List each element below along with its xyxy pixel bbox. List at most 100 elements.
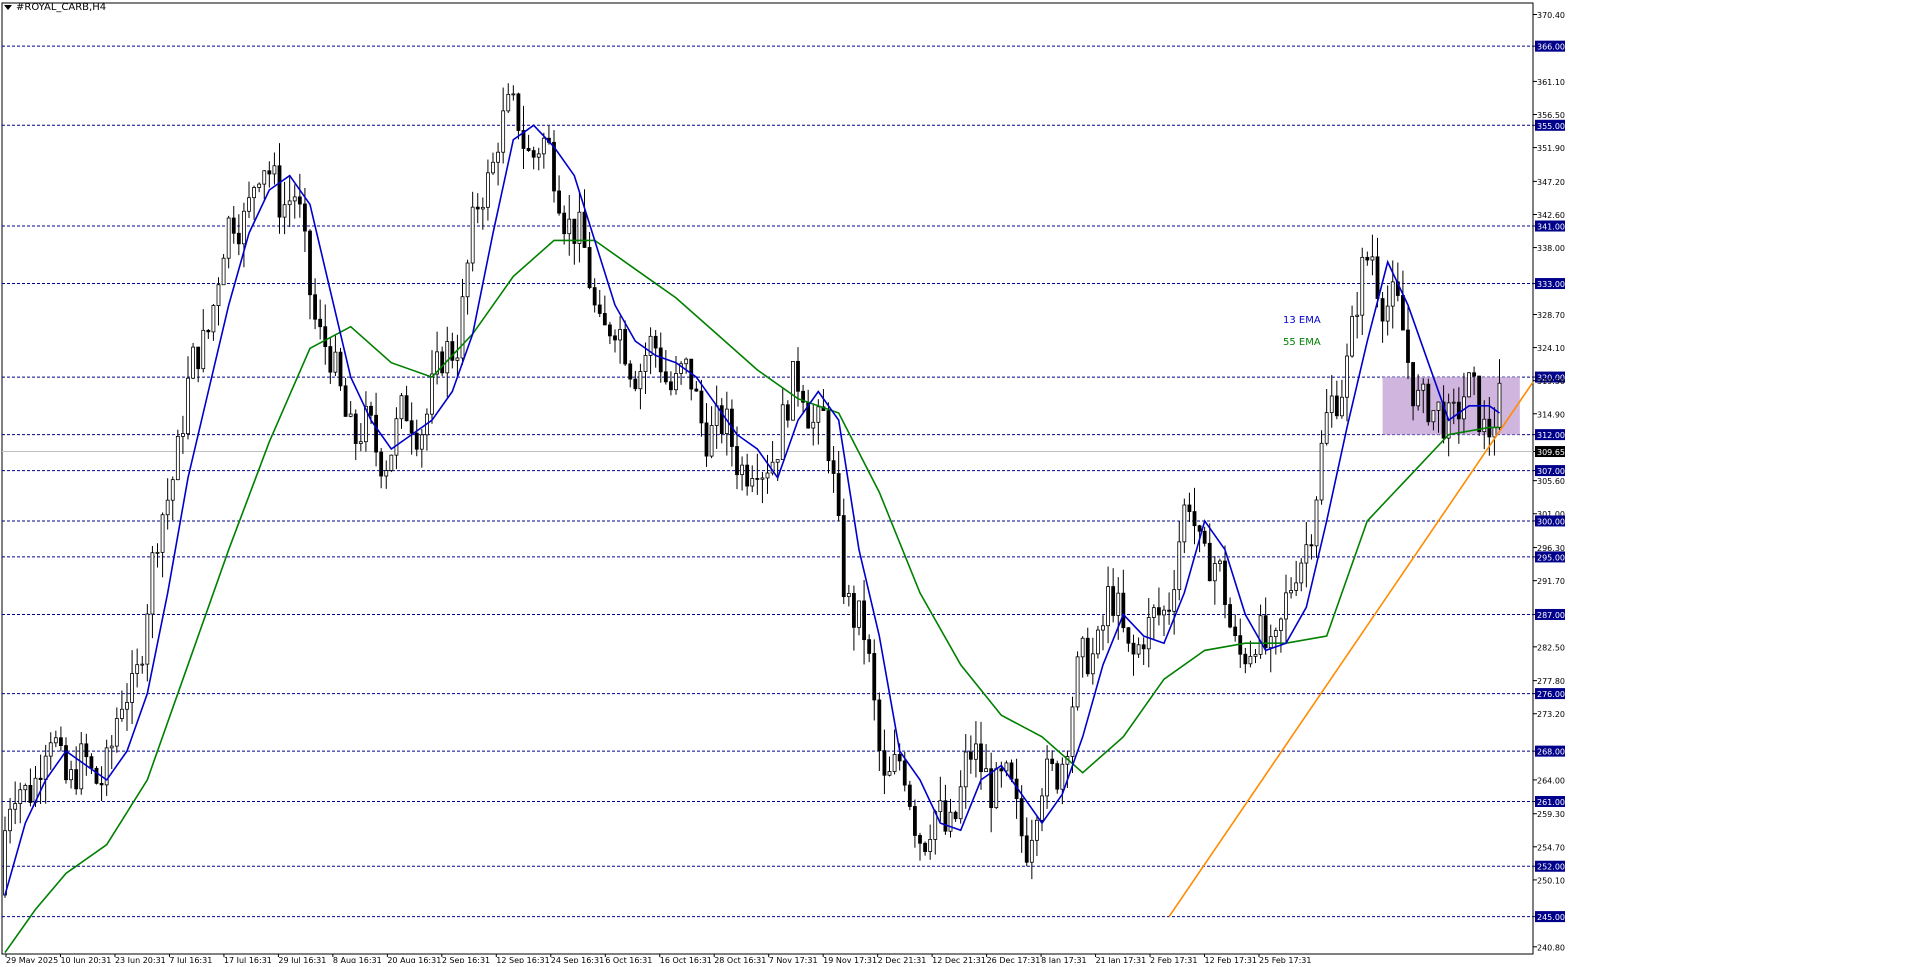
candle xyxy=(608,321,612,345)
y-tick-label: 254.70 xyxy=(1537,843,1565,852)
candle xyxy=(623,320,628,367)
candle xyxy=(440,346,445,377)
y-tick-label: 245.00 xyxy=(1537,913,1565,922)
candle xyxy=(582,189,587,248)
price-chart[interactable]: 13 EMA 55 EMA 370.40 366.00 361.10 356.50 355.… xyxy=(0,0,1916,965)
candle xyxy=(963,734,968,809)
candle xyxy=(1380,292,1385,343)
candle xyxy=(689,358,694,401)
candle xyxy=(465,259,470,315)
candle xyxy=(318,299,323,340)
y-tick-label: 259.30 xyxy=(1537,810,1565,819)
candle xyxy=(1207,523,1212,582)
ema55-line xyxy=(4,239,1500,954)
candle xyxy=(470,191,475,272)
candle xyxy=(1279,617,1283,653)
y-tick-label: 300.00 xyxy=(1537,517,1565,526)
candle xyxy=(160,512,165,578)
candle xyxy=(1228,597,1232,629)
candle xyxy=(506,83,511,114)
candle xyxy=(38,754,43,805)
candle xyxy=(907,780,912,811)
candle xyxy=(857,600,861,636)
y-tick-label: 351.90 xyxy=(1537,144,1565,153)
candle xyxy=(1172,570,1177,635)
y-tick-label: 328.70 xyxy=(1537,311,1565,320)
y-tick-label: 361.10 xyxy=(1537,78,1565,87)
candle xyxy=(1248,640,1253,668)
candle xyxy=(628,360,633,388)
candle xyxy=(1045,745,1049,809)
x-tick-label: 19 Nov 17:31 xyxy=(823,956,877,963)
candle xyxy=(1233,614,1238,642)
candle xyxy=(719,398,724,444)
candle xyxy=(435,331,439,385)
candle xyxy=(526,134,531,152)
candle xyxy=(1192,487,1197,545)
candle xyxy=(8,798,12,844)
candle xyxy=(714,385,719,449)
x-tick-label: 2 Sep 16:31 xyxy=(442,956,490,963)
y-tick-label: 250.10 xyxy=(1537,876,1565,885)
candle xyxy=(1182,498,1187,554)
candle xyxy=(811,404,816,446)
chart-window[interactable]: #ROYAL_CARB,H4 13 EMA 55 EMA 370.40 366.00 3… xyxy=(0,0,1916,965)
candle xyxy=(308,229,312,320)
candle xyxy=(64,737,68,784)
y-tick-label: 307.00 xyxy=(1537,467,1565,476)
window-menu-triangle-icon[interactable] xyxy=(4,5,12,10)
y-tick-label: 366.00 xyxy=(1537,43,1565,52)
candle xyxy=(923,841,927,856)
candle xyxy=(1253,649,1258,664)
candle xyxy=(99,766,104,802)
candle xyxy=(785,400,790,428)
candle xyxy=(704,403,709,467)
x-tick-label: 28 Oct 16:31 xyxy=(714,956,766,963)
candle xyxy=(745,453,750,496)
candle xyxy=(450,332,455,369)
y-tick-label: 291.70 xyxy=(1537,577,1565,586)
candle xyxy=(297,173,302,218)
candle xyxy=(872,639,877,721)
y-tick-label: 370.40 xyxy=(1537,11,1565,20)
candle xyxy=(562,205,567,245)
candle xyxy=(114,707,119,753)
candle xyxy=(252,185,256,220)
candle xyxy=(1289,577,1293,599)
candle xyxy=(1329,375,1334,428)
candle xyxy=(404,385,409,422)
candle xyxy=(53,730,58,748)
y-tick-label: 261.00 xyxy=(1537,798,1565,807)
candle xyxy=(831,445,836,493)
x-tick-label: 29 Jul 16:31 xyxy=(278,956,326,963)
candle xyxy=(1080,636,1085,678)
candle xyxy=(1401,270,1405,331)
candle xyxy=(780,388,785,461)
candle xyxy=(1263,597,1268,655)
candle xyxy=(1218,558,1222,572)
candle xyxy=(572,218,577,265)
candle xyxy=(272,152,277,185)
candle xyxy=(938,776,943,822)
candle xyxy=(13,781,18,825)
candle xyxy=(1126,627,1131,652)
candle xyxy=(155,543,160,568)
candle xyxy=(460,278,465,365)
candle xyxy=(1223,545,1227,619)
candle xyxy=(760,471,765,504)
candle xyxy=(389,454,394,473)
y-tick-label: 319.50 xyxy=(1537,377,1565,386)
candle xyxy=(353,409,358,461)
x-tick-label: 8 Jan 17:31 xyxy=(1041,956,1087,963)
candle xyxy=(974,721,978,778)
x-tick-label: 2 Dec 21:31 xyxy=(878,956,927,963)
candle xyxy=(1355,291,1360,339)
candle xyxy=(1167,592,1171,625)
candle xyxy=(343,377,348,417)
candle xyxy=(181,415,185,454)
candle xyxy=(1085,627,1090,677)
candle xyxy=(867,634,872,663)
candle xyxy=(104,739,109,796)
y-tick-label: 268.00 xyxy=(1537,748,1565,757)
candle xyxy=(1121,569,1126,633)
